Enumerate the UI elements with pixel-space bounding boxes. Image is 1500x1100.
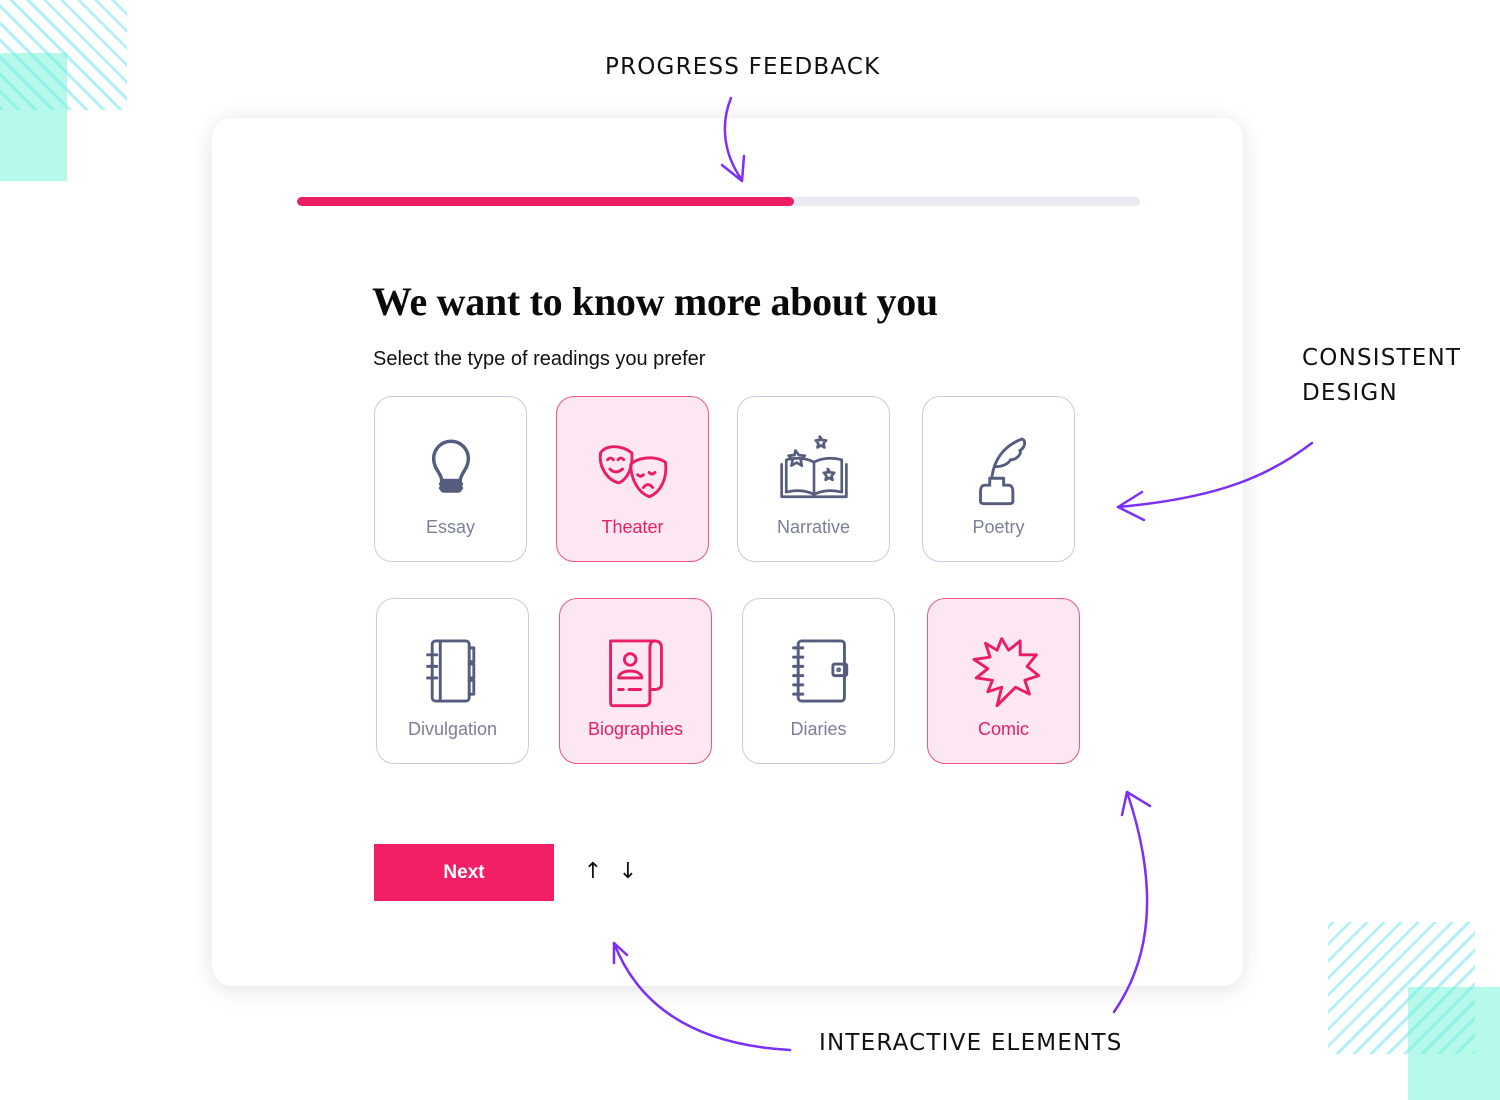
option-label: Biographies	[587, 719, 684, 739]
diary-icon	[779, 631, 859, 711]
next-button[interactable]: Next	[374, 844, 554, 901]
survey-card: We want to know more about you Select th…	[212, 118, 1243, 986]
option-diaries[interactable]: Diaries	[742, 598, 895, 764]
option-essay[interactable]: Essay	[374, 396, 527, 562]
annotation-consistent-design: CONSISTENT DESIGN	[1302, 345, 1462, 406]
annotation-interactive-elements: INTERACTIVE ELEMENTS	[819, 1030, 1123, 1056]
open-book-stars-icon	[774, 429, 854, 509]
biography-scroll-icon	[596, 631, 676, 711]
option-narrative[interactable]: Narrative	[737, 396, 890, 562]
theater-masks-icon	[593, 429, 673, 509]
option-label: Poetry	[972, 517, 1025, 537]
quill-inkwell-icon	[959, 429, 1039, 509]
lightbulb-icon	[411, 429, 491, 509]
option-label: Diaries	[790, 719, 847, 739]
option-comic[interactable]: Comic	[927, 598, 1080, 764]
option-label: Divulgation	[407, 719, 498, 739]
option-divulgation[interactable]: Divulgation	[376, 598, 529, 764]
comic-burst-icon	[964, 631, 1044, 711]
option-label: Theater	[601, 517, 664, 537]
option-theater[interactable]: Theater	[556, 396, 709, 562]
decorative-block	[0, 53, 67, 181]
annotation-progress-feedback: PROGRESS FEEDBACK	[605, 54, 881, 80]
question-label: Select the type of readings you prefer	[373, 348, 706, 370]
option-label: Essay	[425, 517, 476, 537]
option-poetry[interactable]: Poetry	[922, 396, 1075, 562]
option-biographies[interactable]: Biographies	[559, 598, 712, 764]
page-title: We want to know more about you	[372, 279, 938, 324]
decorative-block	[1408, 987, 1500, 1100]
progress-bar	[297, 197, 1140, 206]
arrow-up-icon[interactable]: ↑	[581, 856, 605, 886]
notebook-icon	[413, 631, 493, 711]
arrow-down-icon[interactable]: ↓	[616, 856, 640, 886]
option-label: Narrative	[776, 517, 851, 537]
progress-bar-fill	[297, 197, 795, 206]
option-label: Comic	[977, 719, 1029, 739]
